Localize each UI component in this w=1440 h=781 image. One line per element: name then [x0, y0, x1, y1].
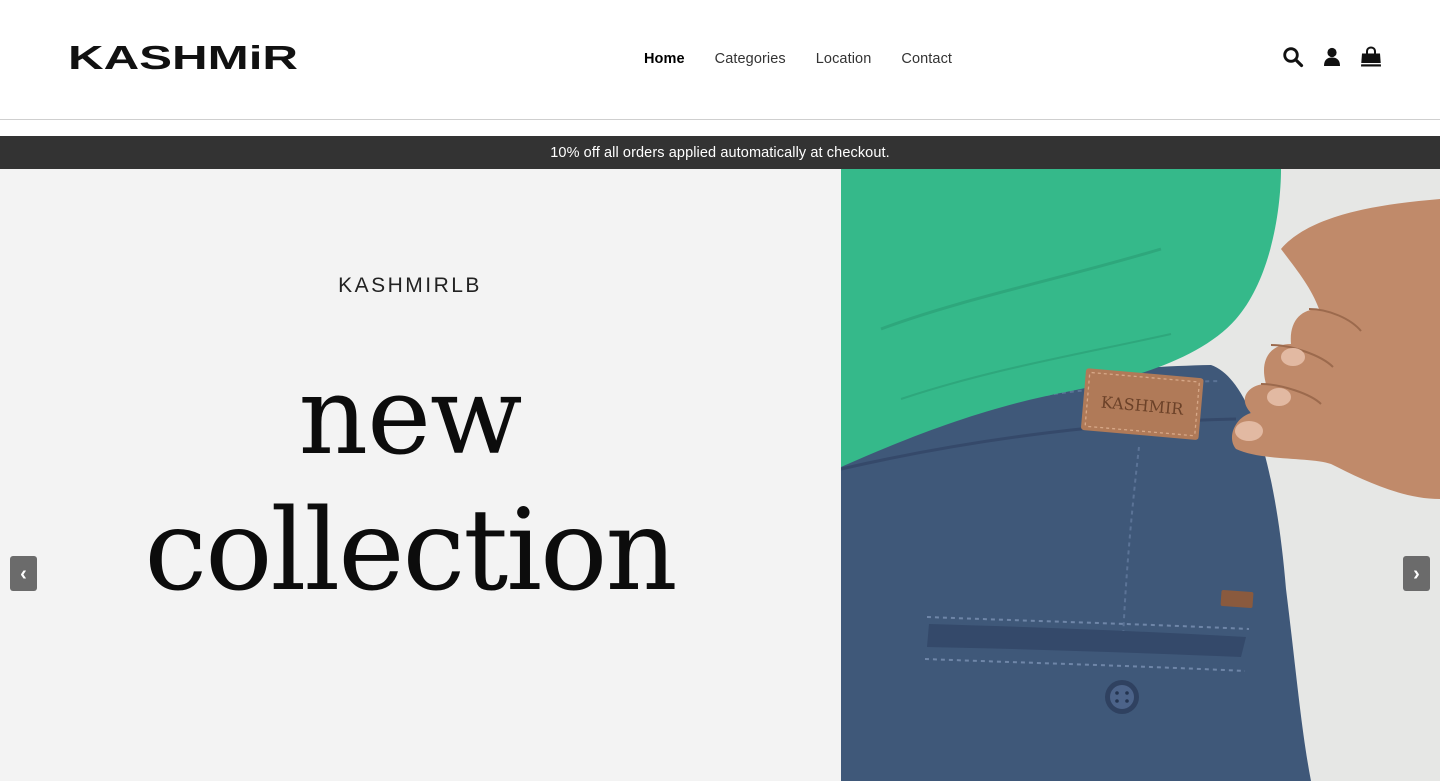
chevron-right-icon: › — [1413, 562, 1420, 585]
chevron-left-icon: ‹ — [20, 562, 27, 585]
site-header: KASHMiR Home Categories Location Contact — [0, 0, 1440, 120]
cart-icon[interactable] — [1360, 46, 1382, 68]
leather-label-patch: KASHMIR — [1081, 368, 1204, 440]
hero-brand: KASHMIRLB — [338, 274, 482, 297]
search-icon[interactable] — [1282, 46, 1304, 68]
hero-headline-line1: new — [298, 354, 523, 479]
hero-text-panel: KASHMIRLB new collection — [0, 169, 841, 781]
announcement-bar: 10% off all orders applied automatically… — [0, 136, 1440, 169]
pants-photo-illustration: KASHMIR — [841, 169, 1440, 781]
slider-next-button[interactable]: › — [1403, 556, 1430, 591]
nav-home[interactable]: Home — [644, 51, 685, 67]
nav-location[interactable]: Location — [816, 51, 872, 67]
announcement-text: 10% off all orders applied automatically… — [550, 144, 890, 161]
account-icon[interactable] — [1321, 46, 1343, 68]
kashmir-logo[interactable]: KASHMiR — [68, 42, 300, 74]
nav-categories[interactable]: Categories — [715, 51, 786, 67]
slider-prev-button[interactable]: ‹ — [10, 556, 37, 591]
logo-text: KASHMiR — [68, 42, 298, 74]
hero-headline-line2: collection — [144, 486, 677, 616]
hero-product-image: KASHMIR — [841, 169, 1440, 781]
header-icons — [1282, 46, 1382, 68]
hero-slider: KASHMIRLB new collection KASHMIR ‹ › — [0, 169, 1440, 781]
nav-contact[interactable]: Contact — [901, 51, 952, 67]
